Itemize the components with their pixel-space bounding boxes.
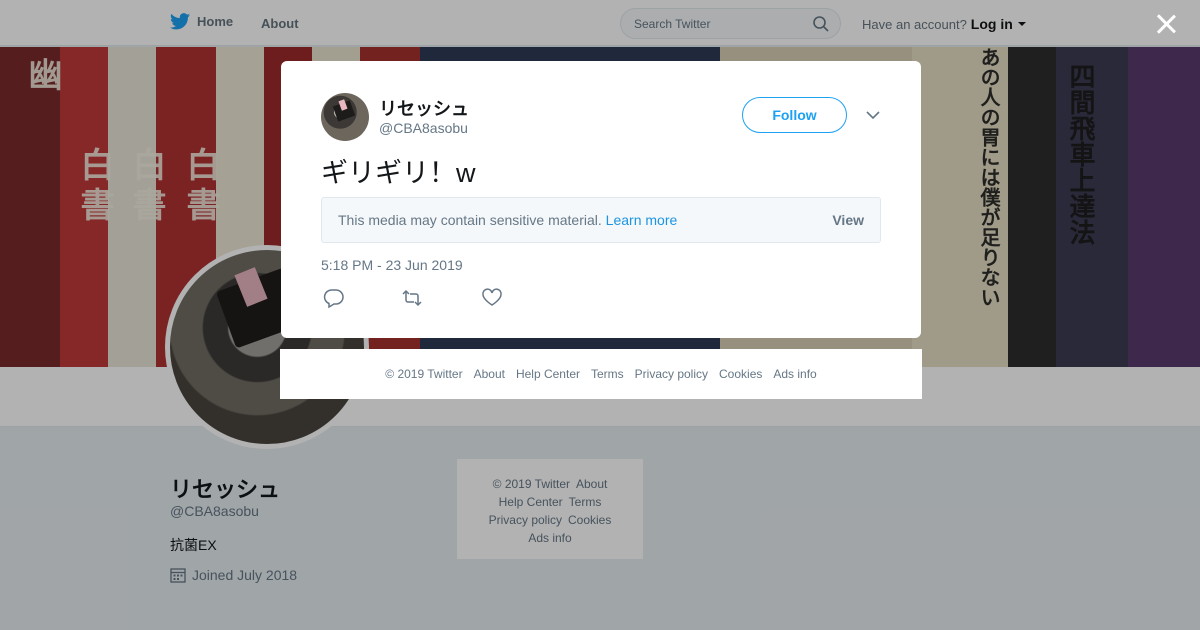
modal-footer-ads-link[interactable]: Ads info <box>773 367 816 381</box>
close-icon[interactable] <box>1154 12 1178 36</box>
sensitive-media-notice: This media may contain sensitive materia… <box>321 197 881 243</box>
follow-button[interactable]: Follow <box>742 97 847 133</box>
tweet-author-name[interactable]: リセッシュ <box>379 95 469 121</box>
modal-footer-help-link[interactable]: Help Center <box>516 367 580 381</box>
tweet-timestamp[interactable]: 5:18 PM - 23 Jun 2019 <box>321 257 463 273</box>
modal-footer-cookies-link[interactable]: Cookies <box>719 367 762 381</box>
reply-icon[interactable] <box>323 288 345 308</box>
tweet-author-avatar[interactable] <box>321 93 369 141</box>
chevron-down-icon[interactable] <box>866 109 880 121</box>
retweet-icon[interactable] <box>401 288 423 308</box>
learn-more-link[interactable]: Learn more <box>606 212 678 228</box>
modal-footer: © 2019 Twitter About Help Center Terms P… <box>280 349 922 399</box>
modal-footer-terms-link[interactable]: Terms <box>591 367 624 381</box>
tweet-modal: リセッシュ @CBA8asobu Follow ギリギリ！w This medi… <box>281 61 921 338</box>
view-media-button[interactable]: View <box>832 212 864 228</box>
modal-footer-copyright: © 2019 Twitter <box>385 367 463 381</box>
tweet-text: ギリギリ！w <box>321 158 476 188</box>
modal-footer-privacy-link[interactable]: Privacy policy <box>635 367 708 381</box>
like-icon[interactable] <box>481 288 503 308</box>
tweet-author-handle[interactable]: @CBA8asobu <box>379 120 468 136</box>
sensitive-notice-text: This media may contain sensitive materia… <box>338 212 677 228</box>
sensitive-message: This media may contain sensitive materia… <box>338 212 602 228</box>
modal-footer-about-link[interactable]: About <box>474 367 505 381</box>
